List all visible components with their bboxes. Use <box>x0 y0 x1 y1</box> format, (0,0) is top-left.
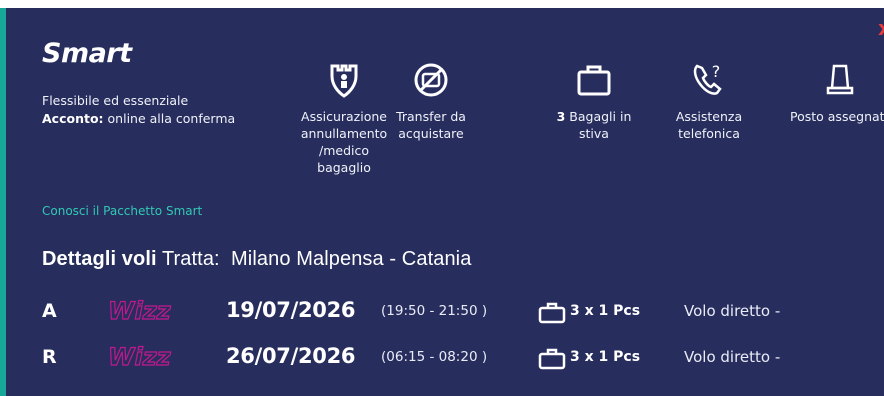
svg-text:?: ? <box>712 62 721 81</box>
feature-seat: Posto assegnato <box>790 60 884 125</box>
feature-label: Assicurazione annullamento /medico bagag… <box>300 109 388 175</box>
luggage-icon <box>577 65 611 96</box>
flight-time: (06:15 - 08:20 ) <box>381 349 488 365</box>
baggage-allowance: 3 x 1 Pcs <box>570 303 641 319</box>
close-button[interactable]: x <box>878 18 884 38</box>
baggage-label: Bagagli in stiva <box>569 109 632 141</box>
flight-direction: R <box>42 346 57 368</box>
airline-logo: Wizz <box>107 296 172 325</box>
feature-label: Transfer da acquistare <box>396 109 466 141</box>
flight-details-heading: Dettagli voli Tratta: Milano Malpensa - … <box>42 248 471 271</box>
flight-date: 26/07/2026 <box>226 344 356 368</box>
package-card: x Smart Flessibile ed essenziale Acconto… <box>0 8 884 396</box>
feature-baggage: 3 Bagagli in stiva <box>544 60 644 142</box>
svg-text:Wizz: Wizz <box>108 343 172 371</box>
flight-type: Volo diretto - <box>684 302 781 320</box>
details-title: Dettagli voli <box>42 248 157 270</box>
flight-direction: A <box>42 300 57 322</box>
baggage-count: 3 <box>556 109 566 124</box>
flight-time: (19:50 - 21:50 ) <box>381 303 488 319</box>
baggage-allowance: 3 x 1 Pcs <box>570 349 641 365</box>
seat-icon <box>826 64 854 95</box>
package-description: Flessibile ed essenziale Acconto: online… <box>42 92 272 128</box>
feature-label: 3 Bagagli in stiva <box>544 108 644 142</box>
feature-label: Posto assegnato <box>790 109 884 124</box>
deposit-text: online alla conferma <box>107 111 236 126</box>
package-subtitle: Flessibile ed essenziale <box>42 93 189 108</box>
feature-insurance: Assicurazione annullamento /medico bagag… <box>298 60 390 176</box>
route-value: Milano Malpensa - Catania <box>231 248 472 270</box>
flight-type: Volo diretto - <box>684 348 781 366</box>
airline-logo: Wizz <box>107 342 172 371</box>
feature-label: Assistenza telefonica <box>675 109 743 141</box>
phone-help-icon: ? <box>693 62 722 95</box>
luggage-icon <box>538 302 566 324</box>
shield-icon <box>330 64 358 98</box>
deposit-info: Acconto: online alla conferma <box>42 110 272 128</box>
feature-transfer: Transfer da acquistare <box>390 60 472 142</box>
flight-row-outbound: A Wizz 19/07/2026 (19:50 - 21:50 ) 3 x 1… <box>42 296 882 326</box>
flight-row-return: R Wizz 26/07/2026 (06:15 - 08:20 ) 3 x 1… <box>42 342 882 372</box>
route-label: Tratta: <box>161 248 220 270</box>
luggage-icon <box>538 348 566 370</box>
flight-date: 19/07/2026 <box>226 298 356 322</box>
no-transfer-icon <box>414 63 448 97</box>
svg-text:Wizz: Wizz <box>108 297 172 325</box>
package-title: Smart <box>42 38 132 69</box>
package-info-link[interactable]: Conosci il Pacchetto Smart <box>42 204 202 218</box>
deposit-label: Acconto: <box>42 111 104 126</box>
feature-assistance: ? Assistenza telefonica <box>669 60 749 142</box>
